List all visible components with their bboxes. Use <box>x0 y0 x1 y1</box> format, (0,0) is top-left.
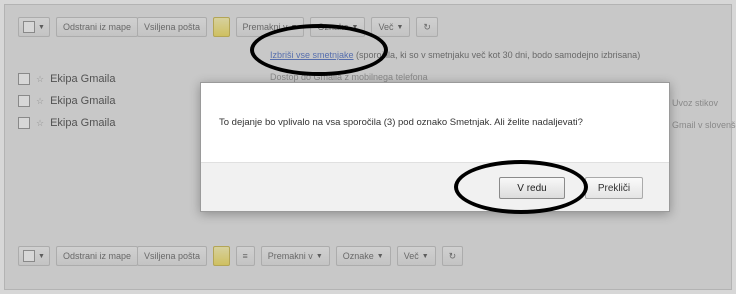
confirm-dialog: To dejanje bo vplivalo na vsa sporočila … <box>200 82 670 212</box>
ok-button[interactable]: V redu <box>499 177 565 199</box>
dialog-message: To dejanje bo vplivalo na vsa sporočila … <box>219 117 583 128</box>
cancel-button[interactable]: Prekliči <box>585 177 643 199</box>
dialog-footer: V redu Prekliči <box>201 162 669 211</box>
